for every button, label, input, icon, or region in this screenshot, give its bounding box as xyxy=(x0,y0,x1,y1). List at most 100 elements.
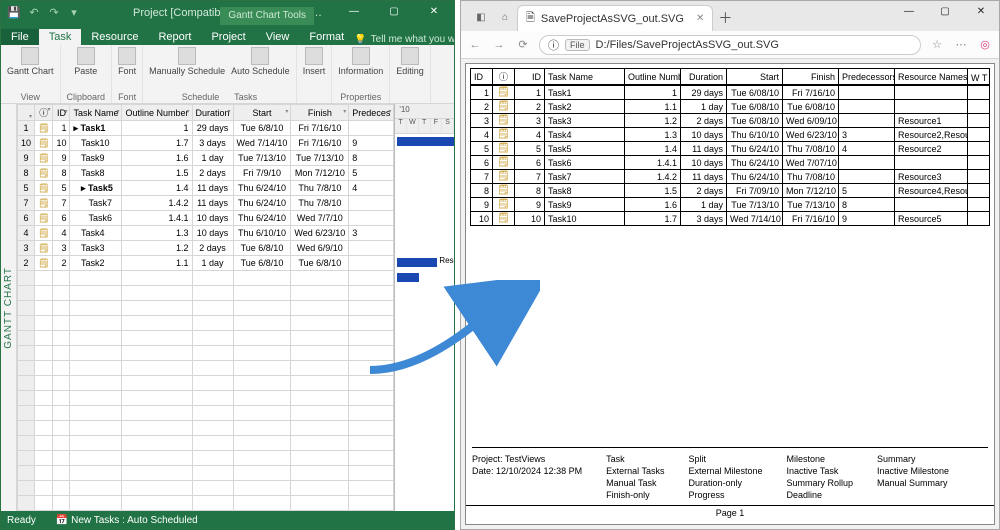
tab-task[interactable]: Task xyxy=(39,29,82,45)
undo-icon[interactable]: ↶ xyxy=(27,6,41,20)
svg-col-res: Resource Names xyxy=(895,69,968,86)
new-tab-button[interactable]: ＋ xyxy=(713,5,737,31)
task-row[interactable]: 4🗒4 Task41.310 daysThu 6/10/10Wed 6/23/1… xyxy=(18,226,394,241)
tab-resource[interactable]: Resource xyxy=(81,29,148,45)
svg-table: ID ⓘ ID Task Name Outline Numb Duration … xyxy=(470,68,990,226)
empty-row[interactable] xyxy=(18,466,394,481)
col-predecessors[interactable]: Predeces xyxy=(349,105,394,121)
qat-more-icon[interactable]: ▾ xyxy=(67,6,81,20)
browser-close-icon[interactable]: ✕ xyxy=(963,1,999,25)
empty-row[interactable] xyxy=(18,481,394,496)
insert-button[interactable]: Insert xyxy=(303,47,326,76)
empty-row[interactable] xyxy=(18,316,394,331)
col-finish[interactable]: Finish xyxy=(291,105,349,121)
col-start[interactable]: Start xyxy=(233,105,291,121)
col-id[interactable]: ID xyxy=(53,105,70,121)
tab-view[interactable]: View xyxy=(256,29,300,45)
tab-report[interactable]: Report xyxy=(148,29,201,45)
gantt-bar[interactable] xyxy=(397,273,419,282)
tab-file[interactable]: File xyxy=(1,29,39,45)
project-titlebar: 💾 ↶ ↷ ▾ Project [Compatibility Mode] - P… xyxy=(1,1,454,25)
save-icon[interactable]: 💾 xyxy=(7,6,21,20)
forward-button[interactable]: → xyxy=(491,39,507,51)
empty-row[interactable] xyxy=(18,436,394,451)
note-icon: 🗒 xyxy=(38,138,49,148)
task-row[interactable]: 9🗒9 Task91.61 dayTue 7/13/10Tue 7/13/108 xyxy=(18,151,394,166)
legend-item: Manual Task xyxy=(606,478,664,488)
svg-page-number: Page 1 xyxy=(466,505,994,518)
col-outline[interactable]: Outline Number xyxy=(122,105,192,121)
note-icon: 🗒 xyxy=(497,213,510,224)
col-indicator[interactable]: ⓘ xyxy=(35,105,53,121)
empty-row[interactable] xyxy=(18,286,394,301)
task-row[interactable]: 3🗒3 Task31.22 daysTue 6/8/10Wed 6/9/10 xyxy=(18,241,394,256)
status-ready: Ready xyxy=(7,515,36,526)
redo-icon[interactable]: ↷ xyxy=(47,6,61,20)
font-button[interactable]: Font xyxy=(118,47,136,76)
project-menubar: File Task Resource Report Project View F… xyxy=(1,25,454,45)
empty-row[interactable] xyxy=(18,361,394,376)
gantt-tools-tab[interactable]: Gantt Chart Tools xyxy=(220,7,314,25)
back-button[interactable]: ← xyxy=(467,39,483,51)
legend-item: Deadline xyxy=(787,490,854,500)
browser-min-icon[interactable]: — xyxy=(891,1,927,25)
empty-row[interactable] xyxy=(18,496,394,511)
manually-schedule-button[interactable]: Manually Schedule xyxy=(149,47,225,76)
task-row[interactable]: 7🗒7 Task71.4.211 daysThu 6/24/10Thu 7/8/… xyxy=(18,196,394,211)
profile-icon[interactable]: ⌂ xyxy=(493,5,517,31)
tab-close-icon[interactable]: ✕ xyxy=(696,13,704,24)
menu-icon[interactable]: ⋯ xyxy=(953,38,969,51)
tablist-icon[interactable]: ◧ xyxy=(469,5,493,31)
svg-legend: Project: TestViews Date: 12/10/2024 12:3… xyxy=(472,447,988,500)
legend-date: Date: 12/10/2024 12:38 PM xyxy=(472,466,582,476)
reload-button[interactable]: ⟳ xyxy=(515,38,531,51)
empty-row[interactable] xyxy=(18,301,394,316)
favorite-icon[interactable]: ☆ xyxy=(929,38,945,51)
empty-row[interactable] xyxy=(18,451,394,466)
url-bar[interactable]: ⓘ File D:/Files/SaveProjectAsSVG_out.SVG xyxy=(539,35,921,55)
site-info-icon[interactable]: ⓘ xyxy=(548,37,559,53)
empty-row[interactable] xyxy=(18,376,394,391)
view-sidebar[interactable]: GANTT CHART xyxy=(1,104,17,511)
max-icon[interactable]: ▢ xyxy=(374,1,414,25)
empty-row[interactable] xyxy=(18,346,394,361)
task-row[interactable]: 2🗒2 Task21.11 dayTue 6/8/10Tue 6/8/10 xyxy=(18,256,394,271)
task-row[interactable]: 8🗒8 Task81.52 daysFri 7/9/10Mon 7/12/105 xyxy=(18,166,394,181)
gantt-bar[interactable] xyxy=(397,258,437,267)
gantt-chart-button[interactable]: Gantt Chart xyxy=(7,47,54,76)
browser-tab[interactable]: 🗎 SaveProjectAsSVG_out.SVG ✕ xyxy=(517,5,713,31)
task-row[interactable]: 5🗒5 ▸ Task51.411 daysThu 6/24/10Thu 7/8/… xyxy=(18,181,394,196)
tab-project[interactable]: Project xyxy=(201,29,255,45)
gantt-bar[interactable] xyxy=(397,137,454,146)
min-icon[interactable]: — xyxy=(334,1,374,25)
col-duration[interactable]: Duration xyxy=(192,105,233,121)
tab-format[interactable]: Format xyxy=(299,29,354,45)
task-row[interactable]: 10🗒10 Task101.73 daysWed 7/14/10Fri 7/16… xyxy=(18,136,394,151)
col-taskname[interactable]: Task Name xyxy=(70,105,122,121)
tab-favicon: 🗎 xyxy=(526,9,535,28)
svg-row: 6🗒6Task61.4.110 daysThu 6/24/10Wed 7/07/… xyxy=(471,156,990,170)
task-table[interactable]: ⓘ ID Task Name Outline Number Duration S… xyxy=(17,104,394,511)
empty-row[interactable] xyxy=(18,421,394,436)
browser-max-icon[interactable]: ▢ xyxy=(927,1,963,25)
task-row[interactable]: 6🗒6 Task61.4.110 daysThu 6/24/10Wed 7/7/… xyxy=(18,211,394,226)
timeline-header: '10 xyxy=(395,104,454,119)
close-icon[interactable]: ✕ xyxy=(414,1,454,25)
legend-item: External Tasks xyxy=(606,466,664,476)
empty-row[interactable] xyxy=(18,331,394,346)
svg-col-id: ID xyxy=(471,69,493,86)
auto-schedule-button[interactable]: Auto Schedule xyxy=(231,47,290,76)
editing-button[interactable]: Editing xyxy=(396,47,424,76)
paste-button[interactable]: Paste xyxy=(74,47,97,76)
tell-me-search[interactable]: 💡 Tell me what you want to do… xyxy=(354,34,454,45)
empty-row[interactable] xyxy=(18,391,394,406)
empty-row[interactable] xyxy=(18,406,394,421)
task-row[interactable]: 1🗒1▸ Task1129 daysTue 6/8/10Fri 7/16/10 xyxy=(18,121,394,136)
information-button[interactable]: Information xyxy=(338,47,383,76)
svg-col-finish: Finish xyxy=(783,69,839,86)
copilot-icon[interactable]: ◎ xyxy=(977,38,993,51)
gantt-chart-panel[interactable]: '10 TWTFS Resource1 xyxy=(394,104,454,511)
legend-item: Progress xyxy=(688,490,762,500)
note-icon: 🗒 xyxy=(38,123,49,133)
empty-row[interactable] xyxy=(18,271,394,286)
